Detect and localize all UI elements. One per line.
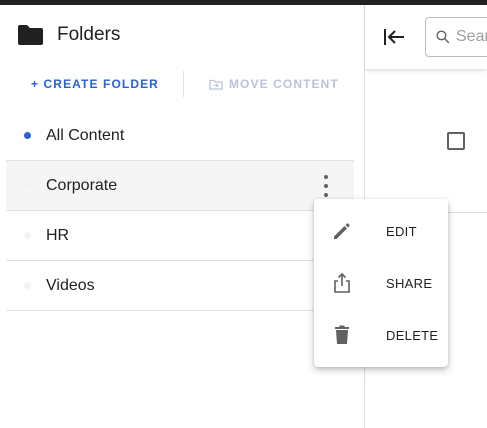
- collapse-sidebar-icon[interactable]: [383, 26, 405, 48]
- folder-item-corporate[interactable]: Corporate: [6, 161, 354, 211]
- folder-label: Corporate: [46, 176, 118, 194]
- menu-item-edit[interactable]: EDIT: [314, 205, 448, 257]
- trash-icon: [335, 325, 349, 344]
- folder-item-videos[interactable]: Videos: [6, 261, 354, 311]
- search-icon: [436, 30, 450, 44]
- menu-item-share[interactable]: SHARE: [314, 257, 448, 309]
- menu-item-label: DELETE: [386, 327, 439, 343]
- pencil-icon: [334, 223, 350, 239]
- folder-icon: [18, 25, 43, 45]
- folder-item-hr[interactable]: HR: [6, 211, 354, 261]
- share-icon: [334, 272, 350, 293]
- menu-item-label: EDIT: [386, 223, 417, 239]
- menu-item-label: SHARE: [386, 275, 433, 291]
- move-content-button[interactable]: MOVE CONTENT: [209, 77, 339, 91]
- folders-sidebar: Folders + CREATE FOLDER MOVE CONTENT All…: [0, 5, 364, 428]
- sidebar-title: Folders: [57, 24, 121, 45]
- folder-list: All Content Corporate HR Videos: [6, 111, 354, 311]
- create-folder-label: + CREATE FOLDER: [31, 77, 159, 91]
- more-options-icon[interactable]: [318, 175, 334, 197]
- active-indicator-dot: [24, 132, 31, 139]
- folder-label: HR: [46, 226, 70, 244]
- main-header: [365, 5, 487, 69]
- folder-dot: [24, 282, 31, 289]
- folder-actions: + CREATE FOLDER MOVE CONTENT: [31, 71, 339, 97]
- move-content-label: MOVE CONTENT: [228, 77, 339, 91]
- sidebar-header: Folders: [17, 23, 120, 47]
- folder-context-menu: EDIT SHARE DELETE: [314, 199, 448, 367]
- move-folder-icon: [209, 79, 223, 90]
- menu-item-delete[interactable]: DELETE: [314, 309, 448, 361]
- folder-item-all-content[interactable]: All Content: [6, 111, 354, 161]
- folder-dot: [24, 182, 31, 189]
- folder-label: All Content: [46, 126, 125, 144]
- search-input[interactable]: [456, 28, 487, 46]
- actions-divider: [182, 71, 184, 97]
- search-box[interactable]: [425, 17, 487, 57]
- content-row: [365, 69, 487, 213]
- folder-label: Videos: [46, 276, 95, 294]
- row-checkbox[interactable]: [447, 132, 465, 150]
- folder-dot: [24, 232, 31, 239]
- create-folder-button[interactable]: + CREATE FOLDER: [31, 77, 159, 91]
